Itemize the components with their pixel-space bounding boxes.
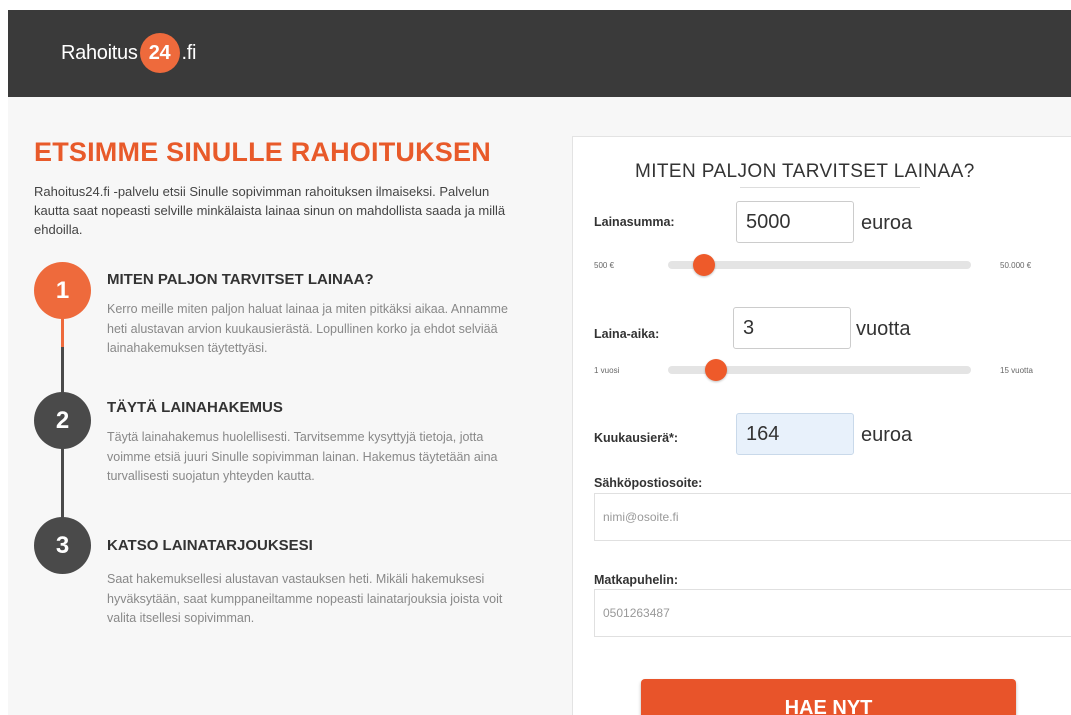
email-input[interactable]: nimi@osoite.fi [594,493,1071,541]
email-label: Sähköpostiosoite: [594,476,703,490]
amount-unit: euroa [861,212,913,234]
submit-button[interactable]: HAE NYT [641,679,1016,715]
page-title: ETSIMME SINULLE RAHOITUKSEN [34,137,491,167]
step-title-1: MITEN PALJON TARVITSET LAINAA? [107,271,374,288]
step-text-2: Täytä lainahakemus huolellisesti. Tarvit… [107,430,498,483]
monthly-payment-unit: euroa [861,424,913,446]
intro-section: ETSIMME SINULLE RAHOITUKSEN Rahoitus24.f… [34,137,534,239]
step-title-2: TÄYTÄ LAINAHAKEMUS [107,399,283,416]
amount-input[interactable]: 5000 [736,201,854,243]
step-text-1: Kerro meille miten paljon haluat lainaa … [107,302,508,355]
term-min-label: 1 vuosi [594,366,620,375]
loan-form-card: MITEN PALJON TARVITSET LAINAA? Lainasumm… [572,136,1071,715]
phone-label: Matkapuhelin: [594,573,679,587]
term-unit: vuotta [856,318,911,340]
step-text-3: Saat hakemuksellesi alustavan vastauksen… [107,572,503,625]
monthly-payment-label: Kuukausierä*: [594,431,679,445]
amount-label: Lainasumma: [594,215,675,229]
steps-list: 1 MITEN PALJON TARVITSET LAINAA? Kerro m… [34,262,554,625]
step-number-3: 3 [34,517,91,574]
step-title-3: KATSO LAINATARJOUKSESI [107,537,313,554]
phone-input[interactable]: 0501263487 [594,589,1071,637]
term-slider-handle[interactable] [705,359,728,381]
logo-text-left: Rahoitus [61,41,138,64]
form-title-divider [740,187,920,188]
logo-text-right: .fi [181,41,197,64]
logo-badge: 24 [139,33,180,73]
amount-max-label: 50.000 € [1000,261,1032,270]
site-logo[interactable]: Rahoitus 24 .fi [61,33,197,73]
term-label: Laina-aika: [594,327,660,341]
intro-text: Rahoitus24.fi -palvelu etsii Sinulle sop… [34,184,506,237]
term-max-label: 15 vuotta [1000,366,1033,375]
amount-slider-handle[interactable] [693,254,716,276]
step-number-1: 1 [34,262,91,319]
step-number-2: 2 [34,392,91,449]
site-header: Rahoitus 24 .fi [8,10,1071,97]
amount-min-label: 500 € [594,261,615,270]
monthly-payment-value: 164 [736,413,854,455]
form-title: MITEN PALJON TARVITSET LAINAA? [635,161,975,182]
term-input[interactable]: 3 [733,307,851,349]
page-frame: Rahoitus 24 .fi ETSIMME SINULLE RAHOITUK… [8,10,1071,715]
